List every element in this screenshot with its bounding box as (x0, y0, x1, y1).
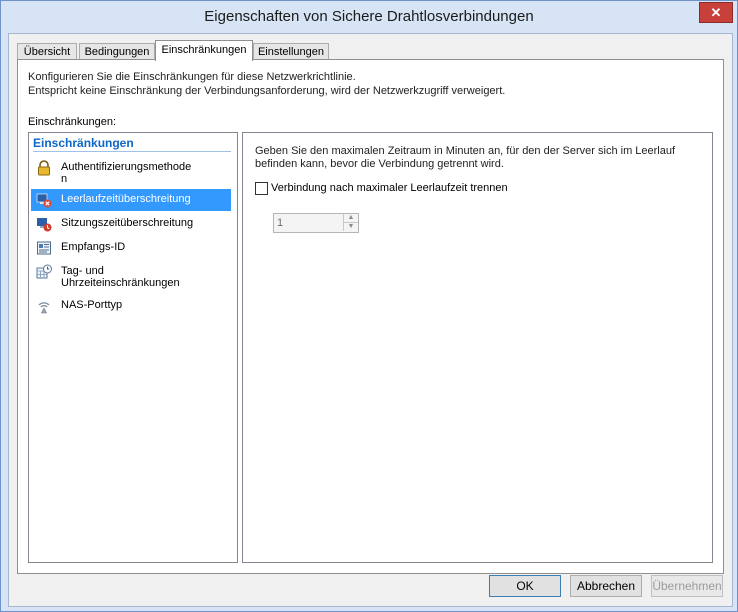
list-item-label: Tag- und Uhrzeiteinschränkungen (61, 265, 180, 289)
padlock-icon (36, 160, 52, 176)
list-item-label: Authentifizierungsmethode n (61, 161, 192, 185)
session-timeout-icon (36, 216, 52, 232)
constraint-detail-pane: Geben Sie den maximalen Zeitraum in Minu… (242, 132, 713, 563)
spinner-up-arrow-icon: ▲ (343, 214, 358, 223)
port-type-icon (36, 298, 52, 314)
tab-page: Konfigurieren Sie die Einschränkungen fü… (17, 59, 724, 574)
list-item-label: Empfangs-ID (61, 241, 126, 253)
page-description-line2: Entspricht keine Einschränkung der Verbi… (28, 85, 506, 97)
properties-window: Eigenschaften von Sichere Drahtlosverbin… (0, 0, 738, 612)
list-item-label: Leerlaufzeitüberschreitung (61, 193, 191, 205)
dialog-body: Übersicht Bedingungen Einschränkungen Ei… (8, 33, 733, 607)
page-description-line1: Konfigurieren Sie die Einschränkungen fü… (28, 71, 356, 83)
checkbox-box[interactable] (255, 182, 268, 195)
close-button[interactable]: ✕ (699, 2, 733, 23)
calling-station-icon (36, 240, 52, 256)
idle-minutes-value: 1 (277, 217, 284, 229)
constraints-list-header: Einschränkungen (33, 136, 231, 152)
page-description: Konfigurieren Sie die Einschränkungen fü… (28, 70, 505, 98)
idle-timeout-icon (36, 192, 52, 208)
constraints-label: Einschränkungen: (28, 116, 117, 128)
tab-bedingungen[interactable]: Bedingungen (79, 43, 155, 60)
ok-button[interactable]: OK (489, 575, 561, 597)
list-item-day-time-restrictions[interactable]: Tag- und Uhrzeiteinschränkungen (31, 261, 231, 291)
list-item-calling-station-id[interactable]: Empfangs-ID (31, 237, 231, 259)
tab-einstellungen[interactable]: Einstellungen (253, 43, 329, 60)
constraints-list: Einschränkungen Authentifizierungsmethod… (28, 132, 238, 563)
list-item-label: NAS-Porttyp (61, 299, 123, 311)
apply-button: Übernehmen (651, 575, 723, 597)
list-item-nas-port-type[interactable]: NAS-Porttyp (31, 295, 231, 317)
calendar-clock-icon (36, 264, 52, 280)
detail-description-line1: Geben Sie den maximalen Zeitraum in Minu… (255, 145, 676, 157)
idle-minutes-spinner: 1 ▲ ▼ (273, 213, 359, 233)
tab-einschraenkungen[interactable]: Einschränkungen (155, 40, 253, 61)
detail-description-line2: befinden kann, bevor die Verbindung getr… (255, 158, 504, 170)
list-item-session-timeout[interactable]: Sitzungszeitüberschreitung (31, 213, 231, 235)
list-item-label: Sitzungszeitüberschreitung (61, 217, 194, 229)
cancel-button[interactable]: Abbrechen (570, 575, 642, 597)
tab-uebersicht[interactable]: Übersicht (17, 43, 77, 60)
detail-description: Geben Sie den maximalen Zeitraum in Minu… (255, 145, 695, 171)
window-title: Eigenschaften von Sichere Drahtlosverbin… (204, 8, 534, 25)
checkbox-label[interactable]: Verbindung nach maximaler Leerlaufzeit t… (271, 182, 508, 195)
list-item-idle-timeout[interactable]: Leerlaufzeitüberschreitung (31, 189, 231, 211)
list-item-authentication[interactable]: Authentifizierungsmethode n (31, 157, 231, 187)
spinner-down-arrow-icon: ▼ (343, 223, 358, 231)
title-bar: Eigenschaften von Sichere Drahtlosverbin… (1, 1, 737, 34)
